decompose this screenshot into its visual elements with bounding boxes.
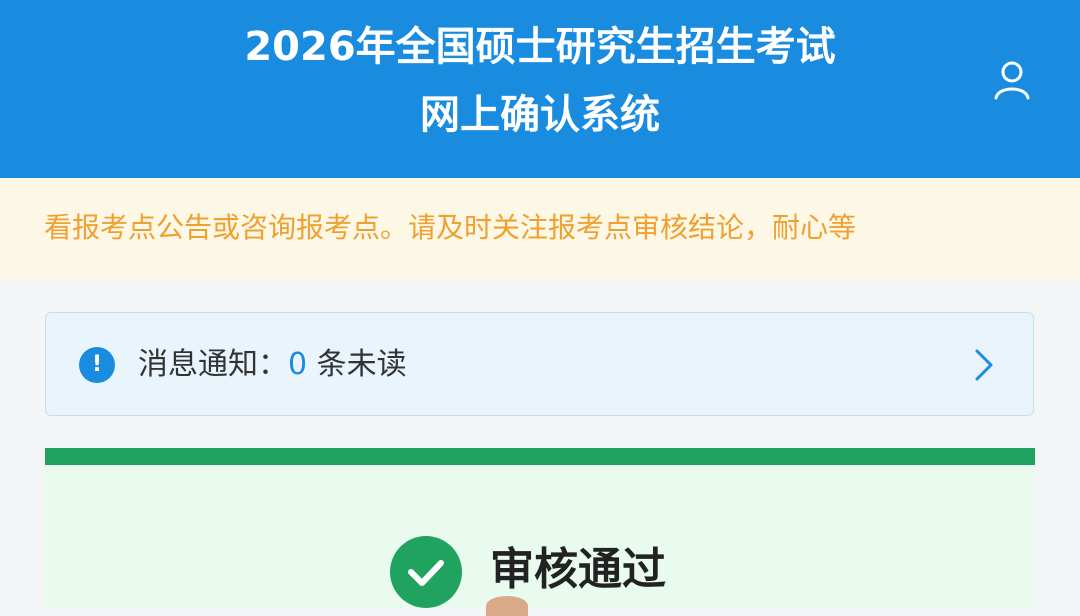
check-icon — [390, 536, 462, 608]
notification-text: 消息通知：0 条未读 — [138, 343, 407, 387]
notification-suffix: 条未读 — [307, 347, 407, 382]
notification-label: 消息通知： — [138, 347, 288, 382]
user-icon[interactable] — [990, 58, 1034, 102]
review-status-title: 审核通过 — [490, 544, 666, 595]
page-title-line2: 网上确认系统 — [420, 92, 660, 138]
banner-text: 看报考点公告或咨询报考点。请及时关注报考点审核结论，耐心等 — [44, 211, 857, 244]
review-result-card: 审核通过 — [45, 448, 1035, 608]
unread-count: 0 — [288, 347, 308, 382]
notice-banner: 看报考点公告或咨询报考点。请及时关注报考点审核结论，耐心等 — [0, 178, 1080, 280]
chevron-right-icon — [972, 347, 996, 383]
page-title-line1: 2026年全国硕士研究生招生考试 — [244, 24, 836, 70]
app-header: 2026年全国硕士研究生招生考试 网上确认系统 — [0, 0, 1080, 178]
status-bar — [45, 448, 1035, 465]
info-icon: ! — [79, 347, 115, 383]
finger-shadow — [486, 596, 528, 616]
message-notification-row[interactable]: ! 消息通知：0 条未读 — [45, 312, 1034, 416]
